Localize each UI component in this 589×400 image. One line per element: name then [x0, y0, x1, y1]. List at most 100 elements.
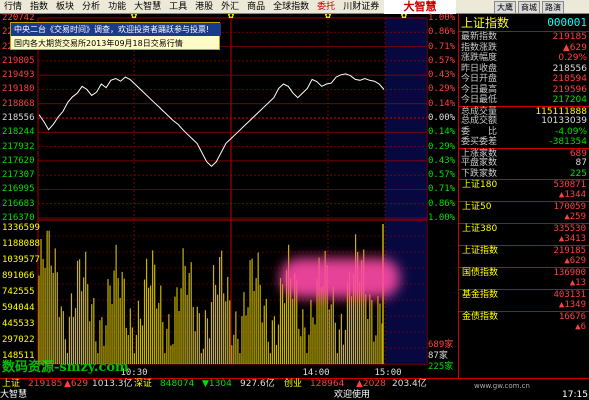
- quote-value: -4.09%: [555, 126, 587, 137]
- menu-item[interactable]: 大智慧: [130, 0, 165, 14]
- index-block[interactable]: 上证50 170059 ▲259: [459, 201, 589, 223]
- popup-line-2[interactable]: 国内各大期货交易所2013年09月18日交易行情: [11, 37, 221, 50]
- quote-value: ▲629: [562, 42, 587, 53]
- menu-item[interactable]: 全球指数: [269, 0, 313, 14]
- quote-value: 219596: [552, 84, 587, 95]
- intraday-chart: 10:30 14:00 15:00✿ ✿ ✿ ✿: [37, 14, 428, 378]
- pct-axis-label: 0.71%: [428, 184, 456, 195]
- index-list-change: ▲3413: [558, 234, 586, 244]
- price-axis-label: 219493: [2, 70, 35, 81]
- status-sh-amount: 1013.3亿: [92, 379, 133, 389]
- top-button[interactable]: 商城: [518, 1, 540, 14]
- index-block[interactable]: 金债指数 16676 ▲6: [459, 311, 589, 333]
- gear-icon: ✿: [325, 14, 332, 20]
- status-sz-value: 848074: [160, 379, 195, 389]
- volume-axis-label: 1039577: [2, 255, 40, 265]
- quote-row: 今日最高 219596: [459, 85, 589, 96]
- popup-line-1[interactable]: 中央二台《交易时间》调查，欢迎投资者踊跃参与投票!: [11, 23, 221, 36]
- gear-icon: ✿: [131, 14, 138, 20]
- quote-value: 218556: [552, 63, 587, 74]
- status-cy-value: 128964: [310, 379, 345, 389]
- quote-value: 0.29%: [558, 53, 587, 63]
- quote-value: 218594: [552, 74, 587, 84]
- menu-item[interactable]: 川财证券: [339, 0, 383, 14]
- index-block[interactable]: 上证380 335530 ▲3413: [459, 223, 589, 245]
- menu-item[interactable]: 商品: [243, 0, 269, 14]
- index-list: 上证180 530871 ▲1344 上证50 170059 ▲259 上证380 33553…: [459, 179, 589, 333]
- index-list-value: 219185: [553, 246, 586, 256]
- quote-key: 总成交量: [461, 106, 498, 117]
- volume-axis-label: 891066: [2, 271, 35, 281]
- price-axis-label: 216995: [2, 184, 35, 195]
- quote-row: 下跌家数 225: [459, 169, 589, 180]
- top-button[interactable]: 大鹰: [494, 1, 516, 14]
- gear-icon: ✿: [401, 14, 408, 20]
- menu-item[interactable]: 外汇: [217, 0, 243, 14]
- quote-row: 平盘家数 87: [459, 158, 589, 169]
- menu-item[interactable]: 行情: [0, 0, 26, 14]
- quote-value: 217204: [552, 95, 587, 105]
- index-block[interactable]: 上证180 530871 ▲1344: [459, 179, 589, 201]
- index-block[interactable]: 上证指数 219185 ▲629: [459, 245, 589, 267]
- news-popup[interactable]: 中央二台《交易时间》调查，欢迎投资者踊跃参与投票! 国内各大期货交易所2013年…: [10, 22, 221, 50]
- status-sz-amount: 927.6亿: [240, 379, 275, 389]
- site-url: www.gw.com.cn: [474, 382, 530, 390]
- time-label: 15:00: [374, 368, 401, 378]
- quote-key: 最新指数: [461, 32, 498, 42]
- pct-axis-label: 0.43%: [428, 70, 456, 81]
- menu-item[interactable]: 板块: [52, 0, 78, 14]
- index-list-change: ▲13: [569, 278, 586, 288]
- index-list-value: 403131: [553, 290, 586, 300]
- volume-axis-label: 297022: [2, 335, 35, 345]
- price-axis-label: 218244: [2, 127, 35, 138]
- index-list-values: 16676 ▲6: [459, 312, 589, 332]
- quote-row: 今日开盘 218594: [459, 74, 589, 85]
- price-axis-label: 216683: [2, 198, 35, 209]
- volume-axis-label: 742555: [2, 287, 35, 297]
- status-sz-label: 深证: [134, 379, 153, 389]
- menu-item[interactable]: 指数: [26, 0, 52, 14]
- quote-row: 最新指数 219185: [459, 32, 589, 43]
- advance-decline-label: 87家: [428, 351, 448, 361]
- index-list-value: 170059: [553, 202, 586, 212]
- status-cy-change: ▲2028: [356, 379, 386, 389]
- pct-axis-label: 1.00%: [428, 13, 456, 23]
- price-axis-label: 217620: [2, 155, 35, 166]
- price-axis-label: 218868: [2, 98, 35, 109]
- volume-axis-label: 1188088: [2, 239, 40, 249]
- menu-item[interactable]: 港股: [191, 0, 217, 14]
- quote-rows: 最新指数 219185 指数涨跌 ▲629 涨跌幅度 0.29% 昨日收盘 218556 今日开…: [459, 32, 589, 179]
- status-sz-change: ▼1304: [202, 379, 232, 389]
- gear-icon: ✿: [228, 14, 235, 20]
- menu-item[interactable]: 分析: [78, 0, 104, 14]
- status-cy-amount: 203.4亿: [392, 379, 427, 389]
- quote-key: 昨日收盘: [461, 63, 498, 74]
- pink-overlay: [280, 258, 400, 298]
- index-list-values: 530871 ▲1344: [459, 180, 589, 200]
- index-list-value: 335530: [553, 224, 586, 234]
- price-axis-label: 219805: [2, 55, 35, 66]
- volume-axis-label: 445533: [2, 319, 35, 329]
- quote-key: 下跌家数: [461, 168, 498, 179]
- price-line: [38, 73, 385, 167]
- pct-axis-label: 0.57%: [428, 55, 456, 66]
- price-axis-label: 218556: [2, 113, 35, 123]
- menu-item[interactable]: 工具: [165, 0, 191, 14]
- menu-item[interactable]: 委托: [313, 0, 339, 14]
- index-name: 上证指数: [461, 16, 510, 30]
- quote-title: 上证指数 000001: [459, 14, 589, 32]
- menu-item[interactable]: 功能: [104, 0, 130, 14]
- quote-row: 上涨家数 689: [459, 147, 589, 158]
- index-list-values: 335530 ▲3413: [459, 224, 589, 244]
- quote-row: 总成交量 115111888: [459, 105, 589, 117]
- index-list-change: ▲1349: [558, 300, 586, 310]
- quote-value: -381354: [549, 137, 587, 147]
- volume-axis-label: 594044: [2, 303, 35, 313]
- index-block[interactable]: 国债指数 136900 ▲13: [459, 267, 589, 289]
- quote-key: 委 比: [461, 126, 498, 137]
- pct-axis-label: 0.29%: [428, 141, 456, 152]
- index-block[interactable]: 基金指数 403131 ▲1349: [459, 289, 589, 311]
- quote-key: 今日最低: [461, 95, 498, 105]
- quote-value: 219185: [552, 32, 587, 42]
- top-button[interactable]: 路演: [542, 1, 564, 14]
